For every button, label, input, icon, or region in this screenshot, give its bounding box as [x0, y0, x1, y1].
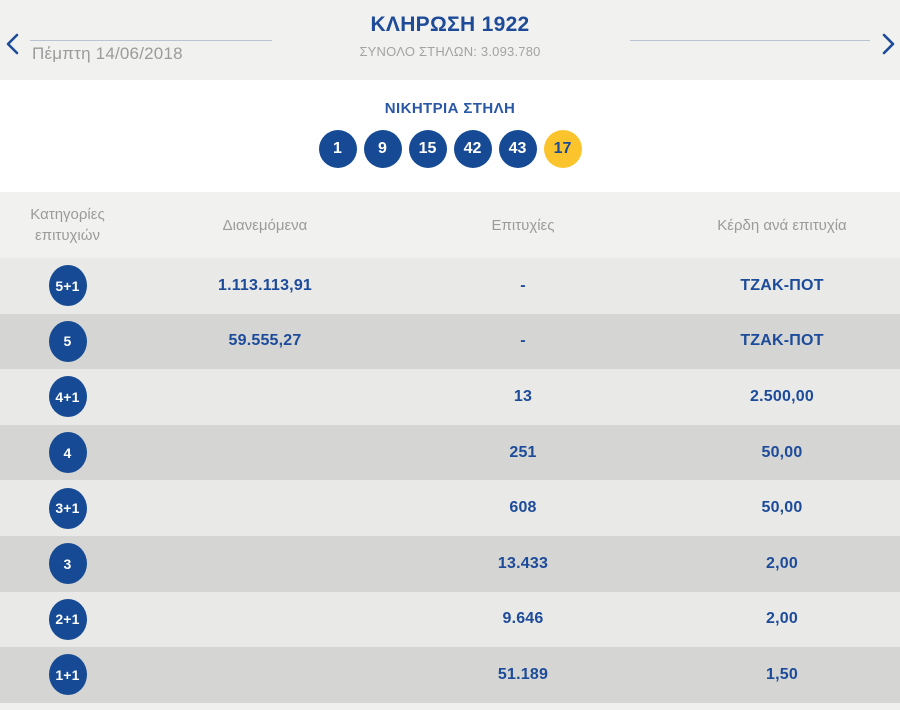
bonus-number-ball: 17: [543, 130, 582, 168]
winners-value: 13.433: [497, 554, 549, 572]
table-body: 5+1 1.113.113,91 - ΤΖΑΚ-ΠΟΤ 5 59.555,27 …: [0, 258, 900, 703]
table-row: 4 251 50,00: [0, 424, 900, 481]
prize-value: 50,00: [761, 499, 803, 517]
category-ball: 3: [48, 543, 87, 585]
category-ball: 4+1: [48, 376, 87, 418]
winners-value: -: [520, 276, 526, 294]
column-header-distributed: Διανεμόμενα: [222, 216, 308, 234]
table-row: 3+1 608 50,00: [0, 480, 900, 536]
column-header-prize: Κέρδη ανά επιτυχία: [717, 216, 847, 234]
column-header-winners: Επιτυχίες: [491, 216, 555, 234]
table-row: 5+1 1.113.113,91 - ΤΖΑΚ-ΠΟΤ: [0, 258, 900, 314]
column-header-categories-line1: Κατηγορίες: [30, 206, 105, 223]
winning-column-title: ΝΙΚΗΤΡΙΑ ΣΤΗΛΗ: [384, 100, 516, 117]
columns-total: ΣΥΝΟΛΟ ΣΤΗΛΩΝ: 3.093.780: [359, 44, 541, 59]
table-row: 5 59.555,27 - ΤΖΑΚ-ΠΟΤ: [0, 313, 900, 370]
table-row: 1+1 51.189 1,50: [0, 647, 900, 703]
prize-value: ΤΖΑΚ-ΠΟΤ: [740, 332, 824, 350]
chevron-right-icon: [881, 33, 896, 58]
prize-value: ΤΖΑΚ-ΠΟΤ: [740, 276, 824, 294]
prize-value: 2.500,00: [750, 387, 814, 405]
prize-value: 2,00: [766, 554, 798, 572]
joker-draw-results-page: Πέμπτη 14/06/2018 ΚΛΗΡΩΣΗ 1922 ΣΥΝΟΛΟ ΣΤ…: [0, 0, 900, 710]
winning-number-ball: 43: [498, 130, 537, 168]
prize-value: 1,50: [766, 665, 798, 683]
next-draw-button[interactable]: [879, 31, 898, 57]
winners-value: 9.646: [502, 610, 544, 628]
winning-number-ball: 15: [408, 130, 447, 168]
table-row: 2+1 9.646 2,00: [0, 591, 900, 648]
winners-value: 13: [513, 387, 533, 405]
category-ball: 3+1: [48, 487, 87, 529]
distributed-value: 1.113.113,91: [217, 276, 313, 294]
winners-value: 51.189: [497, 665, 549, 683]
category-ball: 1+1: [48, 654, 87, 696]
prize-value: 2,00: [766, 610, 798, 628]
winning-column-section: ΝΙΚΗΤΡΙΑ ΣΤΗΛΗ 1 9 15 42 43 17: [0, 80, 900, 192]
winners-value: 608: [509, 499, 537, 517]
winners-value: 251: [509, 443, 537, 461]
column-header-categories-line2: επιτυχιών: [35, 227, 100, 244]
prize-value: 50,00: [761, 443, 803, 461]
distributed-value: 59.555,27: [228, 332, 302, 350]
table-row: 3 13.433 2,00: [0, 535, 900, 592]
table-header-row: Κατηγορίες επιτυχιών Διανεμόμενα Επιτυχί…: [0, 192, 900, 258]
winning-number-ball: 1: [318, 130, 357, 168]
winning-numbers: 1 9 15 42 43 17: [0, 130, 900, 168]
winners-value: -: [520, 332, 526, 350]
category-ball: 5+1: [48, 265, 87, 307]
draw-title-block: ΚΛΗΡΩΣΗ 1922 ΣΥΝΟΛΟ ΣΤΗΛΩΝ: 3.093.780: [0, 13, 900, 59]
prize-results-table: Κατηγορίες επιτυχιών Διανεμόμενα Επιτυχί…: [0, 192, 900, 703]
draw-title: ΚΛΗΡΩΣΗ 1922: [370, 13, 530, 36]
category-ball: 4: [48, 432, 87, 474]
column-header-categories: Κατηγορίες επιτυχιών: [0, 204, 135, 246]
category-ball: 2+1: [48, 598, 87, 640]
category-ball: 5: [48, 320, 87, 362]
winning-number-ball: 9: [363, 130, 402, 168]
winning-number-ball: 42: [453, 130, 492, 168]
draw-header: Πέμπτη 14/06/2018 ΚΛΗΡΩΣΗ 1922 ΣΥΝΟΛΟ ΣΤ…: [0, 0, 900, 80]
table-row: 4+1 13 2.500,00: [0, 369, 900, 425]
